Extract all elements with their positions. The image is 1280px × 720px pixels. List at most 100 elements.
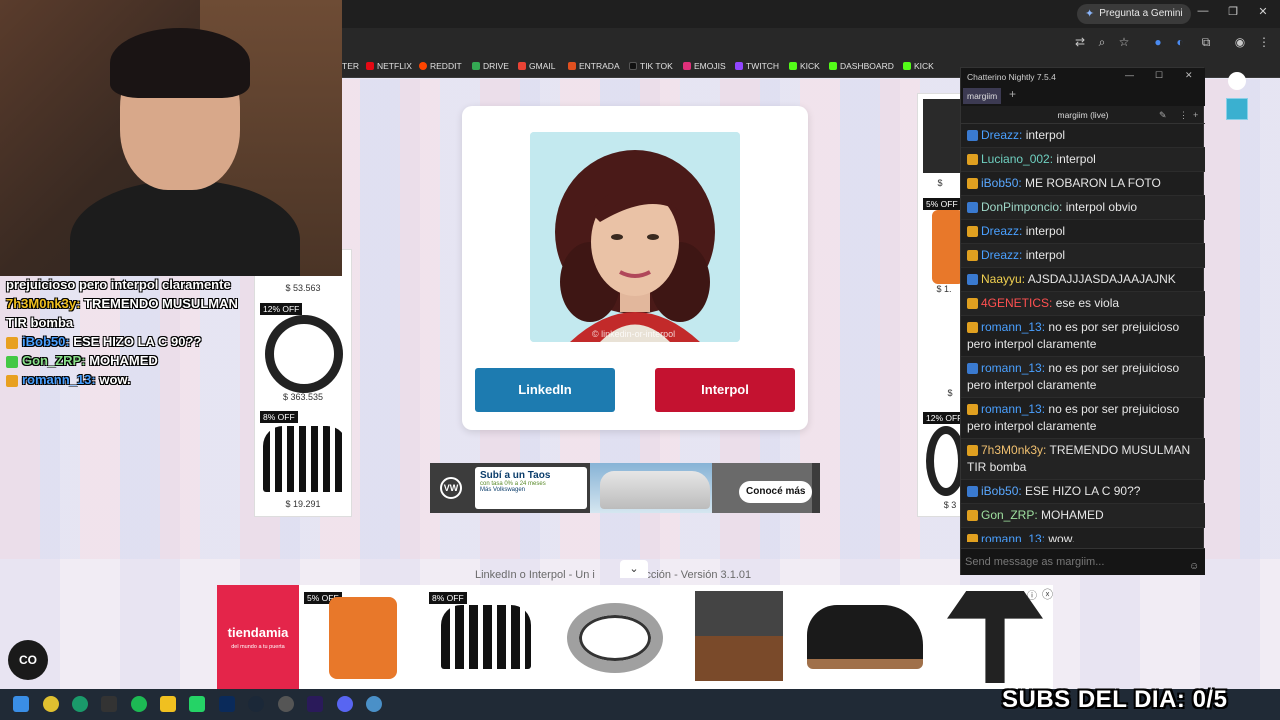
darts-flights-image[interactable] — [263, 426, 347, 492]
maximize-icon[interactable]: ☐ — [1155, 70, 1163, 81]
chat-username[interactable]: Gon_ZRP: — [981, 508, 1038, 522]
ad-headline: Subí a un Taos — [480, 470, 551, 481]
chat-username[interactable]: Dreazz: — [981, 128, 1022, 142]
close-window-icon[interactable]: ✕ — [1256, 5, 1270, 18]
product-image[interactable] — [923, 99, 965, 173]
emoji-icon[interactable]: ☺ — [1189, 561, 1199, 572]
chat-username[interactable]: 4GENETICS: — [981, 296, 1052, 310]
channel-name: margiim (live) — [1057, 110, 1109, 120]
steering-wheel-image[interactable] — [265, 315, 343, 393]
app-icon[interactable] — [101, 696, 117, 712]
chat-username[interactable]: iBob50: — [981, 484, 1022, 498]
chat-username[interactable]: romann_13: — [981, 361, 1045, 375]
chat-username[interactable]: Luciano_002: — [981, 152, 1053, 166]
tiendamia-logo: tiendamia del mundo a tu puerta — [217, 585, 299, 689]
gemini-button[interactable]: ✦ Pregunta a Gemini — [1077, 4, 1191, 24]
steam-icon[interactable] — [248, 696, 264, 712]
chat-username[interactable]: iBob50: — [981, 176, 1022, 190]
discord-icon[interactable] — [337, 696, 353, 712]
overlay-message: iBob50: ESE HIZO LA C 90?? — [6, 332, 256, 351]
bookmark-entrada[interactable]: ENTRADA — [568, 61, 620, 71]
smart-ring-image[interactable] — [567, 603, 663, 673]
badge-icon — [6, 374, 18, 387]
bookmark-star-icon[interactable]: ☆ — [1116, 34, 1132, 50]
teleprompter-image[interactable] — [947, 591, 1043, 683]
edit-icon[interactable]: ✎ — [1159, 106, 1167, 124]
overlay-message: 7h3M0nk3y: TREMENDO MUSULMAN TIR bomba — [6, 296, 238, 330]
chat-message: 4GENETICS: ese es viola — [961, 292, 1205, 316]
chat-text: ESE HIZO LA C 90?? — [1025, 484, 1141, 498]
co-button[interactable]: CO — [8, 640, 48, 680]
chrome-icon[interactable] — [43, 696, 59, 712]
phone-image[interactable] — [329, 597, 397, 679]
suv-image — [600, 471, 710, 509]
chat-message: romann_13: no es por ser prejuicioso per… — [961, 316, 1205, 357]
sneaker-image[interactable] — [807, 605, 923, 669]
chevron-down-icon[interactable]: ⌄ — [620, 560, 648, 578]
volkswagen-ad-banner[interactable]: VW Subí a un Taos con tasa 0% a 24 meses… — [430, 463, 820, 513]
chat-text: ME ROBARON LA FOTO — [1025, 176, 1161, 190]
entrada-icon — [568, 62, 576, 70]
chat-username[interactable]: romann_13: — [981, 532, 1045, 542]
extension-icon-2[interactable]: ◐ — [1172, 34, 1188, 50]
ad-cta-button[interactable]: Conocé más — [739, 481, 813, 503]
bookmark-dashboard[interactable]: DASHBOARD — [829, 61, 894, 71]
whatsapp-icon[interactable] — [189, 696, 205, 712]
edge-icon[interactable] — [72, 696, 88, 712]
extension-icon[interactable]: ● — [1150, 34, 1166, 50]
chat-input[interactable]: Send message as margiim... — [961, 548, 1205, 575]
bookmark-netflix[interactable]: NETFLIX — [366, 61, 412, 71]
bookmark-drive[interactable]: DRIVE — [472, 61, 509, 71]
linkedin-button[interactable]: LinkedIn — [475, 368, 615, 412]
ad-close-icon[interactable]: ⓧ — [1042, 586, 1053, 602]
profile-icon[interactable]: ◉ — [1232, 34, 1248, 50]
chat-username[interactable]: romann_13: — [981, 320, 1045, 334]
coffee-machine-image[interactable] — [695, 591, 783, 681]
bookmark-ter[interactable]: TER — [342, 61, 359, 71]
chat-username[interactable]: 7h3M0nk3y: — [981, 443, 1046, 457]
translate-icon[interactable]: ⇄ — [1072, 34, 1088, 50]
minimize-icon[interactable]: — — [1125, 70, 1134, 80]
badge-icon — [967, 322, 978, 334]
premiere-icon[interactable] — [307, 696, 323, 712]
extension-widget-icon[interactable] — [1226, 98, 1248, 120]
chat-username[interactable]: Dreazz: — [981, 248, 1022, 262]
close-icon[interactable]: ✕ — [1185, 70, 1193, 81]
maximize-icon[interactable]: ❐ — [1226, 5, 1240, 18]
extensions-puzzle-icon[interactable]: ⧉ — [1198, 34, 1214, 50]
spotify-icon[interactable] — [131, 696, 147, 712]
more-icon[interactable]: ⋮ — [1179, 106, 1188, 124]
interpol-button[interactable]: Interpol — [655, 368, 795, 412]
add-split-icon[interactable]: + — [1193, 106, 1198, 124]
folder-icon[interactable] — [160, 696, 176, 712]
ad-info-icon[interactable]: ⓘ — [1027, 587, 1037, 602]
badge-icon — [967, 404, 978, 416]
bookmark-emojis[interactable]: EMOJIS — [683, 61, 726, 71]
obs-icon[interactable] — [278, 696, 294, 712]
menu-icon[interactable]: ⋮ — [1256, 34, 1272, 50]
chat-username[interactable]: DonPimponcio: — [981, 200, 1062, 214]
add-tab-icon[interactable]: + — [1009, 87, 1016, 101]
bookmark-tiktok[interactable]: TIK TOK — [629, 61, 673, 71]
bookmark-kick-2[interactable]: KICK — [903, 61, 934, 71]
product-price: $ 363.535 — [282, 392, 324, 402]
windows-start-icon[interactable] — [13, 696, 29, 712]
chat-username[interactable]: romann_13: — [981, 402, 1045, 416]
chatterino-icon[interactable] — [366, 696, 382, 712]
chat-username[interactable]: Dreazz: — [981, 224, 1022, 238]
darts-flights-image[interactable] — [441, 605, 531, 669]
chatterino-window: Chatterino Nightly 7.5.4 — ☐ ✕ margiim +… — [960, 67, 1205, 575]
tab-margiim[interactable]: margiim — [963, 88, 1002, 104]
minimize-icon[interactable]: — — [1196, 5, 1210, 17]
zoom-icon[interactable]: ⌕ — [1094, 34, 1110, 50]
photoshop-icon[interactable] — [219, 696, 235, 712]
chat-username[interactable]: Naayyu: — [981, 272, 1025, 286]
badge-icon — [967, 534, 978, 542]
bottom-ad-strip[interactable]: tiendamia del mundo a tu puerta 5% OFF 8… — [217, 585, 1053, 689]
bookmark-twitch[interactable]: TWITCH — [735, 61, 779, 71]
location-pin-icon[interactable] — [1228, 72, 1246, 90]
bookmark-reddit[interactable]: REDDIT — [419, 61, 462, 71]
bookmark-kick[interactable]: KICK — [789, 61, 820, 71]
vw-logo-icon: VW — [440, 477, 462, 499]
bookmark-gmail[interactable]: GMAIL — [518, 61, 555, 71]
